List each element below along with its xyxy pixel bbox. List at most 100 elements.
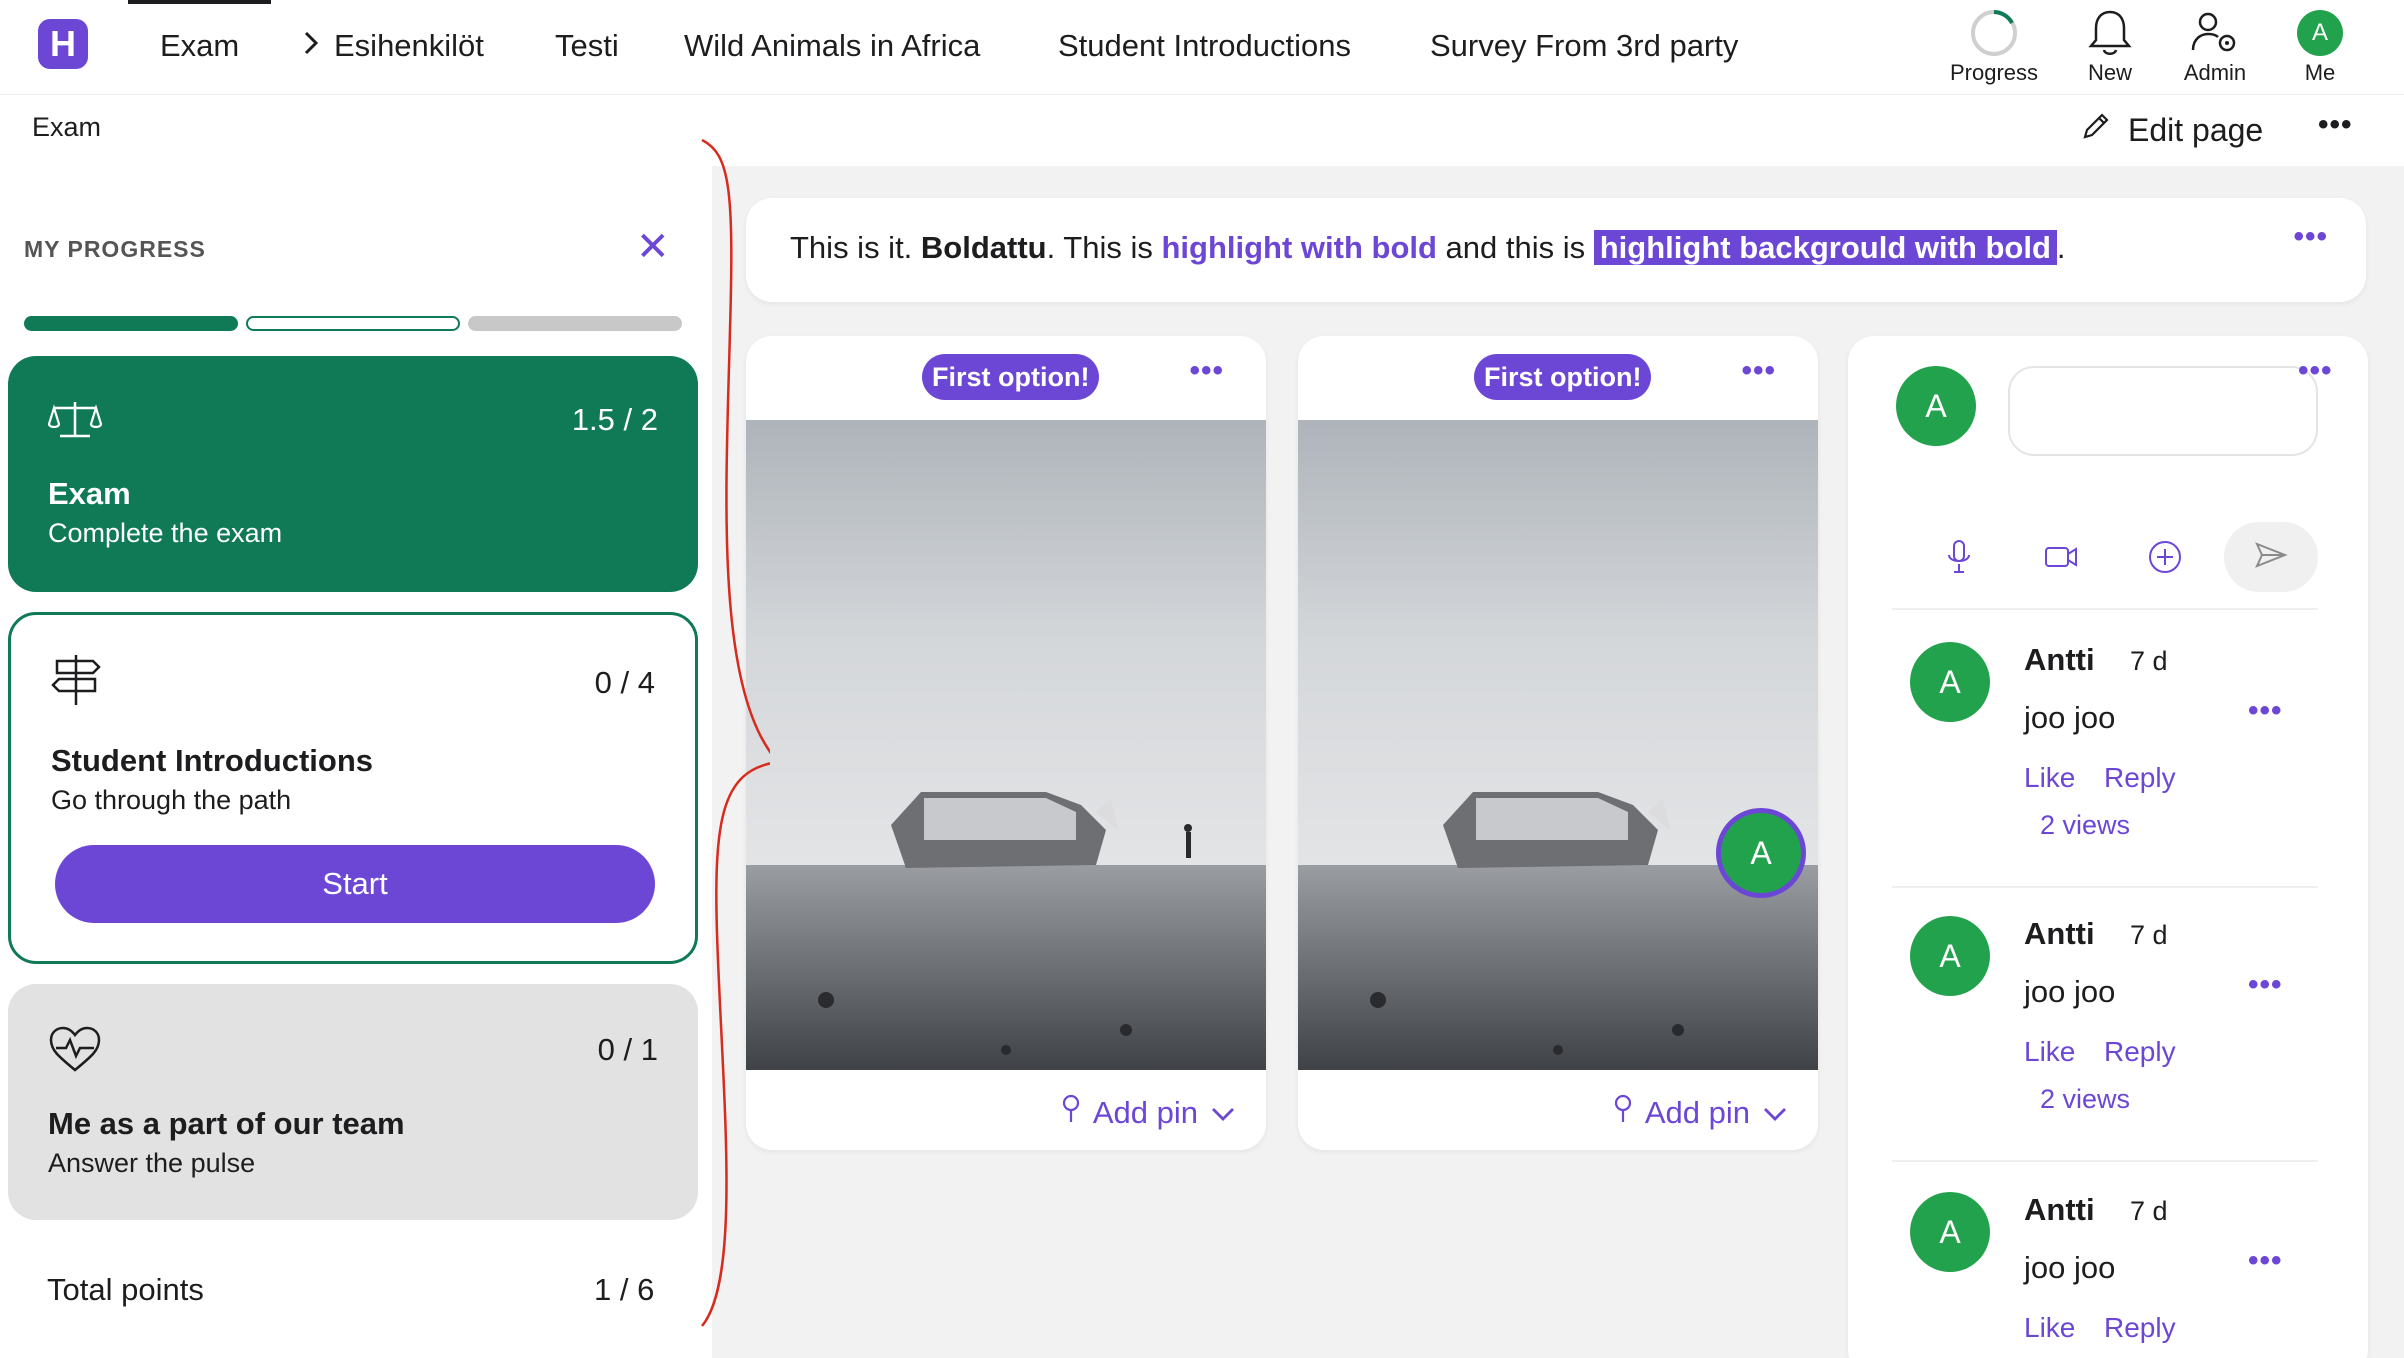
tab-label: Survey From 3rd party	[1430, 28, 1739, 63]
tab-exam[interactable]: Exam	[127, 0, 272, 95]
more-icon[interactable]: •••	[1741, 354, 1776, 388]
tab-esihenkilot[interactable]: Esihenkilöt	[302, 0, 484, 95]
more-icon[interactable]: •••	[2248, 1244, 2283, 1278]
comment-age: 7 d	[2130, 646, 2168, 676]
reply-button[interactable]: Reply	[2104, 1036, 2176, 1068]
views-count[interactable]: 2 views	[2040, 1084, 2130, 1115]
card-title: Exam	[48, 476, 131, 511]
close-icon[interactable]: ✕	[636, 224, 670, 270]
add-pin-button[interactable]: Add pin	[1613, 1094, 1788, 1132]
start-button[interactable]: Start	[55, 845, 655, 923]
nav-progress[interactable]: Progress	[1944, 6, 2044, 86]
tab-label: Exam	[160, 28, 240, 63]
highlight-bold-text: highlight with bold	[1161, 230, 1437, 265]
avatar: A	[1910, 1192, 1990, 1272]
comment-text: joo joo	[2024, 974, 2116, 1009]
annotation-brace	[701, 138, 770, 1327]
total-points-value: 1 / 6	[594, 1272, 655, 1307]
tab-label: Wild Animals in Africa	[684, 28, 981, 63]
heart-pulse-icon	[48, 1026, 102, 1079]
card-subtitle: Go through the path	[51, 785, 292, 815]
bell-icon	[2070, 6, 2150, 60]
nav-label: Admin	[2183, 60, 2247, 85]
highlight-background-text: highlight backgrould with bold	[1593, 230, 2057, 265]
sidebar-heading: MY PROGRESS	[24, 236, 206, 262]
tab-label: Testi	[555, 28, 619, 63]
add-pin-button[interactable]: Add pin	[1061, 1094, 1236, 1132]
card-score: 0 / 1	[597, 1032, 658, 1067]
video-icon[interactable]	[2036, 532, 2086, 582]
more-icon[interactable]: •••	[2298, 354, 2333, 388]
text-run: and this is	[1436, 230, 1594, 265]
image-card[interactable]: First option! ••• Add pin	[746, 336, 1266, 1150]
more-icon[interactable]: •••	[2293, 220, 2328, 254]
add-attachment-icon[interactable]	[2140, 532, 2190, 582]
comment-author[interactable]: Antti	[2024, 1192, 2095, 1228]
comment-input[interactable]	[2008, 366, 2318, 456]
tab-survey[interactable]: Survey From 3rd party	[1430, 0, 1738, 95]
comment-text: joo joo	[2024, 700, 2116, 735]
progress-segment	[468, 316, 682, 331]
main-canvas: This is it. Boldattu. This is highlight …	[712, 166, 2404, 1358]
progress-segment	[246, 316, 460, 331]
card-title: Student Introductions	[51, 743, 374, 778]
progress-card-student-introductions[interactable]: 0 / 4 Student Introductions Go through t…	[8, 612, 698, 964]
tab-wild-animals[interactable]: Wild Animals in Africa	[684, 0, 980, 95]
like-button[interactable]: Like	[2024, 1036, 2075, 1068]
tab-testi[interactable]: Testi	[555, 0, 619, 95]
comments-card: A ••• A Antti 7 d joo joo ••• Like Reply…	[1848, 336, 2368, 1358]
plane-wreck-image	[1298, 420, 1818, 1070]
comment-author[interactable]: Antti	[2024, 642, 2095, 678]
tab-student-introductions[interactable]: Student Introductions	[1058, 0, 1351, 95]
bold-text: Boldattu	[920, 230, 1047, 265]
comment-age: 7 d	[2130, 920, 2168, 950]
more-icon[interactable]: •••	[1189, 354, 1224, 388]
nav-new[interactable]: New	[2070, 6, 2150, 86]
reply-button[interactable]: Reply	[2104, 1312, 2176, 1344]
nav-me[interactable]: A Me	[2290, 6, 2350, 86]
like-button[interactable]: Like	[2024, 762, 2075, 794]
text-block-card: This is it. Boldattu. This is highlight …	[746, 198, 2366, 302]
card-subtitle: Complete the exam	[48, 518, 283, 548]
option-badge: First option!	[922, 354, 1100, 400]
views-count[interactable]: 2 views	[2040, 810, 2130, 841]
option-badge: First option!	[1474, 354, 1652, 400]
progress-segment	[24, 316, 238, 331]
avatar: A	[1910, 642, 1990, 722]
progress-card-team-pulse[interactable]: 0 / 1 Me as a part of our team Answer th…	[8, 984, 698, 1220]
send-icon	[2254, 541, 2288, 574]
image-pin-avatar[interactable]: A	[1716, 808, 1806, 898]
pin-icon	[1061, 1094, 1081, 1132]
card-subtitle: Answer the pulse	[48, 1148, 256, 1178]
text-run: .	[2056, 230, 2066, 265]
scales-icon	[47, 398, 103, 447]
signpost-icon	[51, 653, 101, 712]
chevron-down-icon	[1762, 1095, 1788, 1131]
send-button[interactable]	[2224, 522, 2318, 592]
app-logo[interactable]: H	[38, 19, 88, 69]
more-icon[interactable]: •••	[2248, 968, 2283, 1002]
progress-card-exam[interactable]: 1.5 / 2 Exam Complete the exam	[8, 356, 698, 592]
add-pin-label: Add pin	[1644, 1095, 1750, 1130]
like-button[interactable]: Like	[2024, 1312, 2075, 1344]
page-more-icon[interactable]: •••	[2318, 108, 2353, 142]
plane-wreck-image	[746, 420, 1266, 1070]
edit-page-button[interactable]: Edit page	[2080, 110, 2263, 150]
more-icon[interactable]: •••	[2248, 694, 2283, 728]
pencil-icon	[2080, 110, 2112, 150]
reply-button[interactable]: Reply	[2104, 762, 2176, 794]
image-card[interactable]: First option! ••• A Add pin	[1298, 336, 1818, 1150]
user-gear-icon	[2170, 6, 2260, 60]
tab-label: Student Introductions	[1058, 28, 1351, 63]
microphone-icon[interactable]	[1934, 532, 1984, 582]
divider	[1892, 608, 2318, 610]
avatar: A	[1910, 916, 1990, 996]
nav-admin[interactable]: Admin	[2170, 6, 2260, 86]
comment-text: joo joo	[2024, 1250, 2116, 1285]
card-score: 0 / 4	[594, 665, 655, 700]
comment-author[interactable]: Antti	[2024, 916, 2095, 952]
progress-sidebar: MY PROGRESS ✕ 1.5 / 2 Exam Complete the …	[0, 166, 712, 1358]
chevron-right-icon	[302, 1, 320, 93]
chevron-down-icon	[1210, 1095, 1236, 1131]
breadcrumb[interactable]: Exam	[32, 112, 101, 143]
